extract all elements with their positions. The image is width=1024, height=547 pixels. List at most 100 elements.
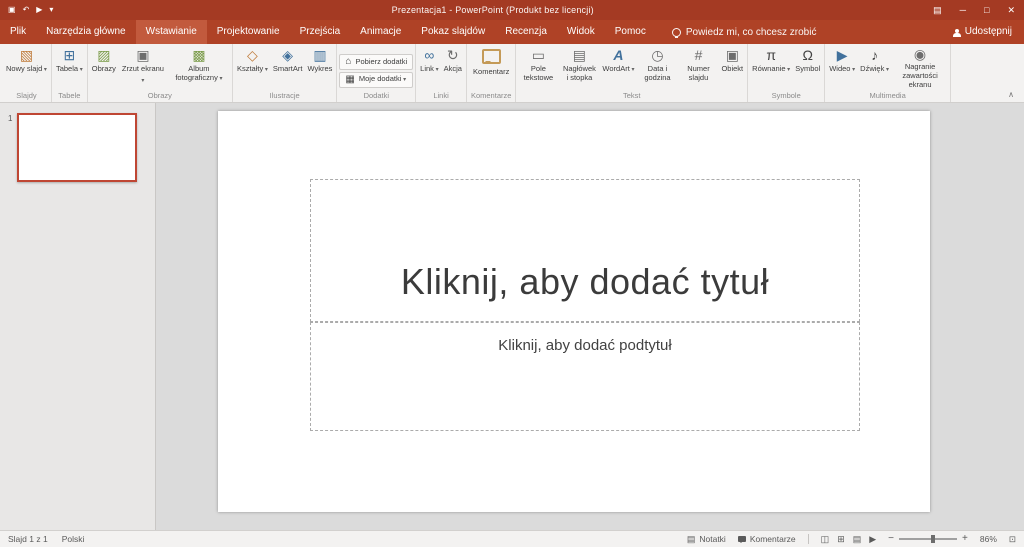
titlebar: ▣ ↶ ▶ ▾ Prezentacja1 - PowerPoint (Produ… bbox=[0, 0, 1024, 20]
action-button[interactable]: ↻ Akcja bbox=[442, 46, 464, 74]
tab-slideshow[interactable]: Pokaz slajdów bbox=[411, 20, 495, 44]
object-button[interactable]: ▣ Obiekt bbox=[719, 46, 745, 74]
ribbon: ▧ Nowy slajd Slajdy ⊞ Tabela Tabele ▨ Ob… bbox=[0, 44, 1024, 103]
share-button[interactable]: Udostępnij bbox=[947, 20, 1018, 44]
ribbon-group-comments: Komentarz Komentarze bbox=[467, 44, 517, 102]
tell-me-label: Powiedz mi, co chcesz zrobić bbox=[685, 26, 817, 38]
comments-icon bbox=[737, 536, 746, 543]
ribbon-group-symbols: π Równanie Ω Symbol Symbole bbox=[748, 44, 826, 102]
person-icon bbox=[952, 28, 961, 37]
group-label-comments: Komentarze bbox=[470, 91, 512, 100]
status-bar: Slajd 1 z 1 Polski ▤ Notatki Komentarze … bbox=[0, 530, 1024, 547]
header-footer-button[interactable]: ▤ Nagłówek i stopka bbox=[559, 46, 599, 83]
tell-me-box[interactable]: Powiedz mi, co chcesz zrobić bbox=[671, 20, 817, 44]
tab-file[interactable]: Plik bbox=[0, 20, 36, 44]
pictures-button[interactable]: ▨ Obrazy bbox=[90, 46, 118, 74]
statusbar-separator bbox=[807, 534, 809, 544]
zoom-level[interactable]: 86% bbox=[980, 534, 997, 544]
zoom-slider[interactable] bbox=[899, 535, 958, 543]
minimize-button[interactable]: ─ bbox=[951, 0, 975, 20]
my-add-ins-button[interactable]: ▦ Moje dodatki bbox=[339, 71, 414, 88]
tab-view[interactable]: Widok bbox=[557, 20, 605, 44]
start-slideshow-icon[interactable]: ▶ bbox=[36, 0, 42, 20]
store-icon: ⌂ bbox=[345, 55, 352, 67]
tab-transitions[interactable]: Przejścia bbox=[290, 20, 351, 44]
group-label-links: Linki bbox=[433, 91, 449, 100]
normal-view-button[interactable]: ◫ bbox=[821, 534, 830, 545]
audio-button[interactable]: ♪ Dźwięk bbox=[858, 46, 891, 76]
smartart-button[interactable]: ◈ SmartArt bbox=[271, 46, 305, 74]
new-slide-button[interactable]: ▧ Nowy slajd bbox=[4, 46, 49, 76]
slide[interactable]: Kliknij, aby dodać tytuł Kliknij, aby do… bbox=[218, 111, 930, 512]
zoom-slider-thumb[interactable] bbox=[930, 535, 935, 543]
group-label-slides: Slajdy bbox=[16, 91, 37, 100]
slide-sorter-button[interactable]: ⊞ bbox=[837, 534, 845, 545]
slide-thumbnail-panel: 1 bbox=[0, 103, 156, 530]
clock-icon: ◷ bbox=[651, 47, 664, 63]
text-box-button[interactable]: ▭ Pole tekstowe bbox=[518, 46, 558, 83]
zoom-control: − + bbox=[888, 534, 968, 544]
chart-button[interactable]: ▥ Wykres bbox=[305, 46, 334, 74]
comment-icon bbox=[481, 49, 501, 64]
zoom-out-button[interactable]: − bbox=[888, 534, 894, 544]
quick-access-toolbar: ▣ ↶ ▶ ▾ bbox=[0, 0, 61, 20]
ribbon-group-links: ∞ Link ↻ Akcja Linki bbox=[416, 44, 467, 102]
ribbon-tab-row: Plik Narzędzia główne Wstawianie Projekt… bbox=[0, 20, 1024, 44]
screen-recording-button[interactable]: ◉ Nagranie zawartości ekranu bbox=[892, 46, 948, 90]
tab-help[interactable]: Pomoc bbox=[605, 20, 656, 44]
table-button[interactable]: ⊞ Tabela bbox=[54, 46, 85, 76]
thumbnail-number: 1 bbox=[8, 114, 13, 123]
ribbon-group-images: ▨ Obrazy ▣ Zrzut ekranu ▩ Album fotograf… bbox=[88, 44, 233, 102]
zoom-in-button[interactable]: + bbox=[962, 534, 968, 544]
group-label-text: Tekst bbox=[623, 91, 641, 100]
video-button[interactable]: ▶ Wideo bbox=[827, 46, 857, 76]
collapse-ribbon-icon[interactable]: ∧ bbox=[1004, 89, 1018, 100]
fit-to-window-button[interactable]: ⊡ bbox=[1009, 534, 1016, 545]
comments-button[interactable]: Komentarze bbox=[737, 534, 796, 544]
link-icon: ∞ bbox=[424, 47, 435, 63]
language-button[interactable]: Polski bbox=[62, 534, 85, 544]
reading-view-button[interactable]: ▤ bbox=[853, 534, 862, 545]
title-placeholder[interactable]: Kliknij, aby dodać tytuł bbox=[310, 179, 860, 322]
photo-album-icon: ▩ bbox=[192, 47, 206, 63]
wordart-button[interactable]: A WordArt bbox=[600, 46, 636, 76]
date-time-button[interactable]: ◷ Data i godzina bbox=[637, 46, 677, 83]
powerpoint-window: ▣ ↶ ▶ ▾ Prezentacja1 - PowerPoint (Produ… bbox=[0, 0, 1024, 547]
audio-icon: ♪ bbox=[871, 47, 879, 63]
my-add-ins-icon: ▦ bbox=[345, 73, 355, 85]
group-label-media: Multimedia bbox=[869, 91, 906, 100]
ribbon-group-text: ▭ Pole tekstowe ▤ Nagłówek i stopka A Wo… bbox=[516, 44, 749, 102]
window-controls: ▤ ─ □ ✕ bbox=[924, 0, 1024, 20]
photo-album-button[interactable]: ▩ Album fotograficzny bbox=[168, 46, 230, 85]
notes-icon: ▤ bbox=[686, 533, 696, 544]
notes-button[interactable]: ▤ Notatki bbox=[687, 534, 726, 545]
tab-animations[interactable]: Animacje bbox=[350, 20, 411, 44]
subtitle-placeholder[interactable]: Kliknij, aby dodać podtytuł bbox=[310, 322, 860, 431]
customize-qat-icon[interactable]: ▾ bbox=[49, 0, 53, 20]
tab-design[interactable]: Projektowanie bbox=[207, 20, 290, 44]
screenshot-button[interactable]: ▣ Zrzut ekranu bbox=[119, 46, 167, 87]
tab-home[interactable]: Narzędzia główne bbox=[36, 20, 136, 44]
thumbnail-row: 1 bbox=[0, 113, 155, 182]
link-button[interactable]: ∞ Link bbox=[418, 46, 440, 76]
tab-insert[interactable]: Wstawianie bbox=[135, 20, 207, 44]
save-icon[interactable]: ▣ bbox=[8, 0, 16, 20]
get-add-ins-button[interactable]: ⌂ Pobierz dodatki bbox=[339, 53, 414, 70]
ribbon-display-options-icon[interactable]: ▤ bbox=[924, 0, 951, 20]
slide-number-button[interactable]: # Numer slajdu bbox=[678, 46, 718, 83]
wordart-icon: A bbox=[613, 47, 624, 63]
slide-thumbnail[interactable] bbox=[17, 113, 138, 182]
lightbulb-icon bbox=[671, 27, 681, 38]
shapes-button[interactable]: ◇ Kształty bbox=[235, 46, 270, 76]
object-icon: ▣ bbox=[725, 47, 739, 63]
ribbon-group-tables: ⊞ Tabela Tabele bbox=[52, 44, 88, 102]
slideshow-button[interactable]: ▶ bbox=[869, 534, 876, 545]
ribbon-group-addins: ⌂ Pobierz dodatki ▦ Moje dodatki Dodatki bbox=[337, 44, 417, 102]
maximize-button[interactable]: □ bbox=[975, 0, 998, 20]
undo-icon[interactable]: ↶ bbox=[23, 0, 30, 20]
close-button[interactable]: ✕ bbox=[998, 0, 1024, 20]
comment-button[interactable]: Komentarz bbox=[471, 46, 511, 77]
symbol-button[interactable]: Ω Symbol bbox=[793, 46, 822, 74]
tab-review[interactable]: Recenzja bbox=[495, 20, 557, 44]
equation-button[interactable]: π Równanie bbox=[750, 46, 792, 76]
